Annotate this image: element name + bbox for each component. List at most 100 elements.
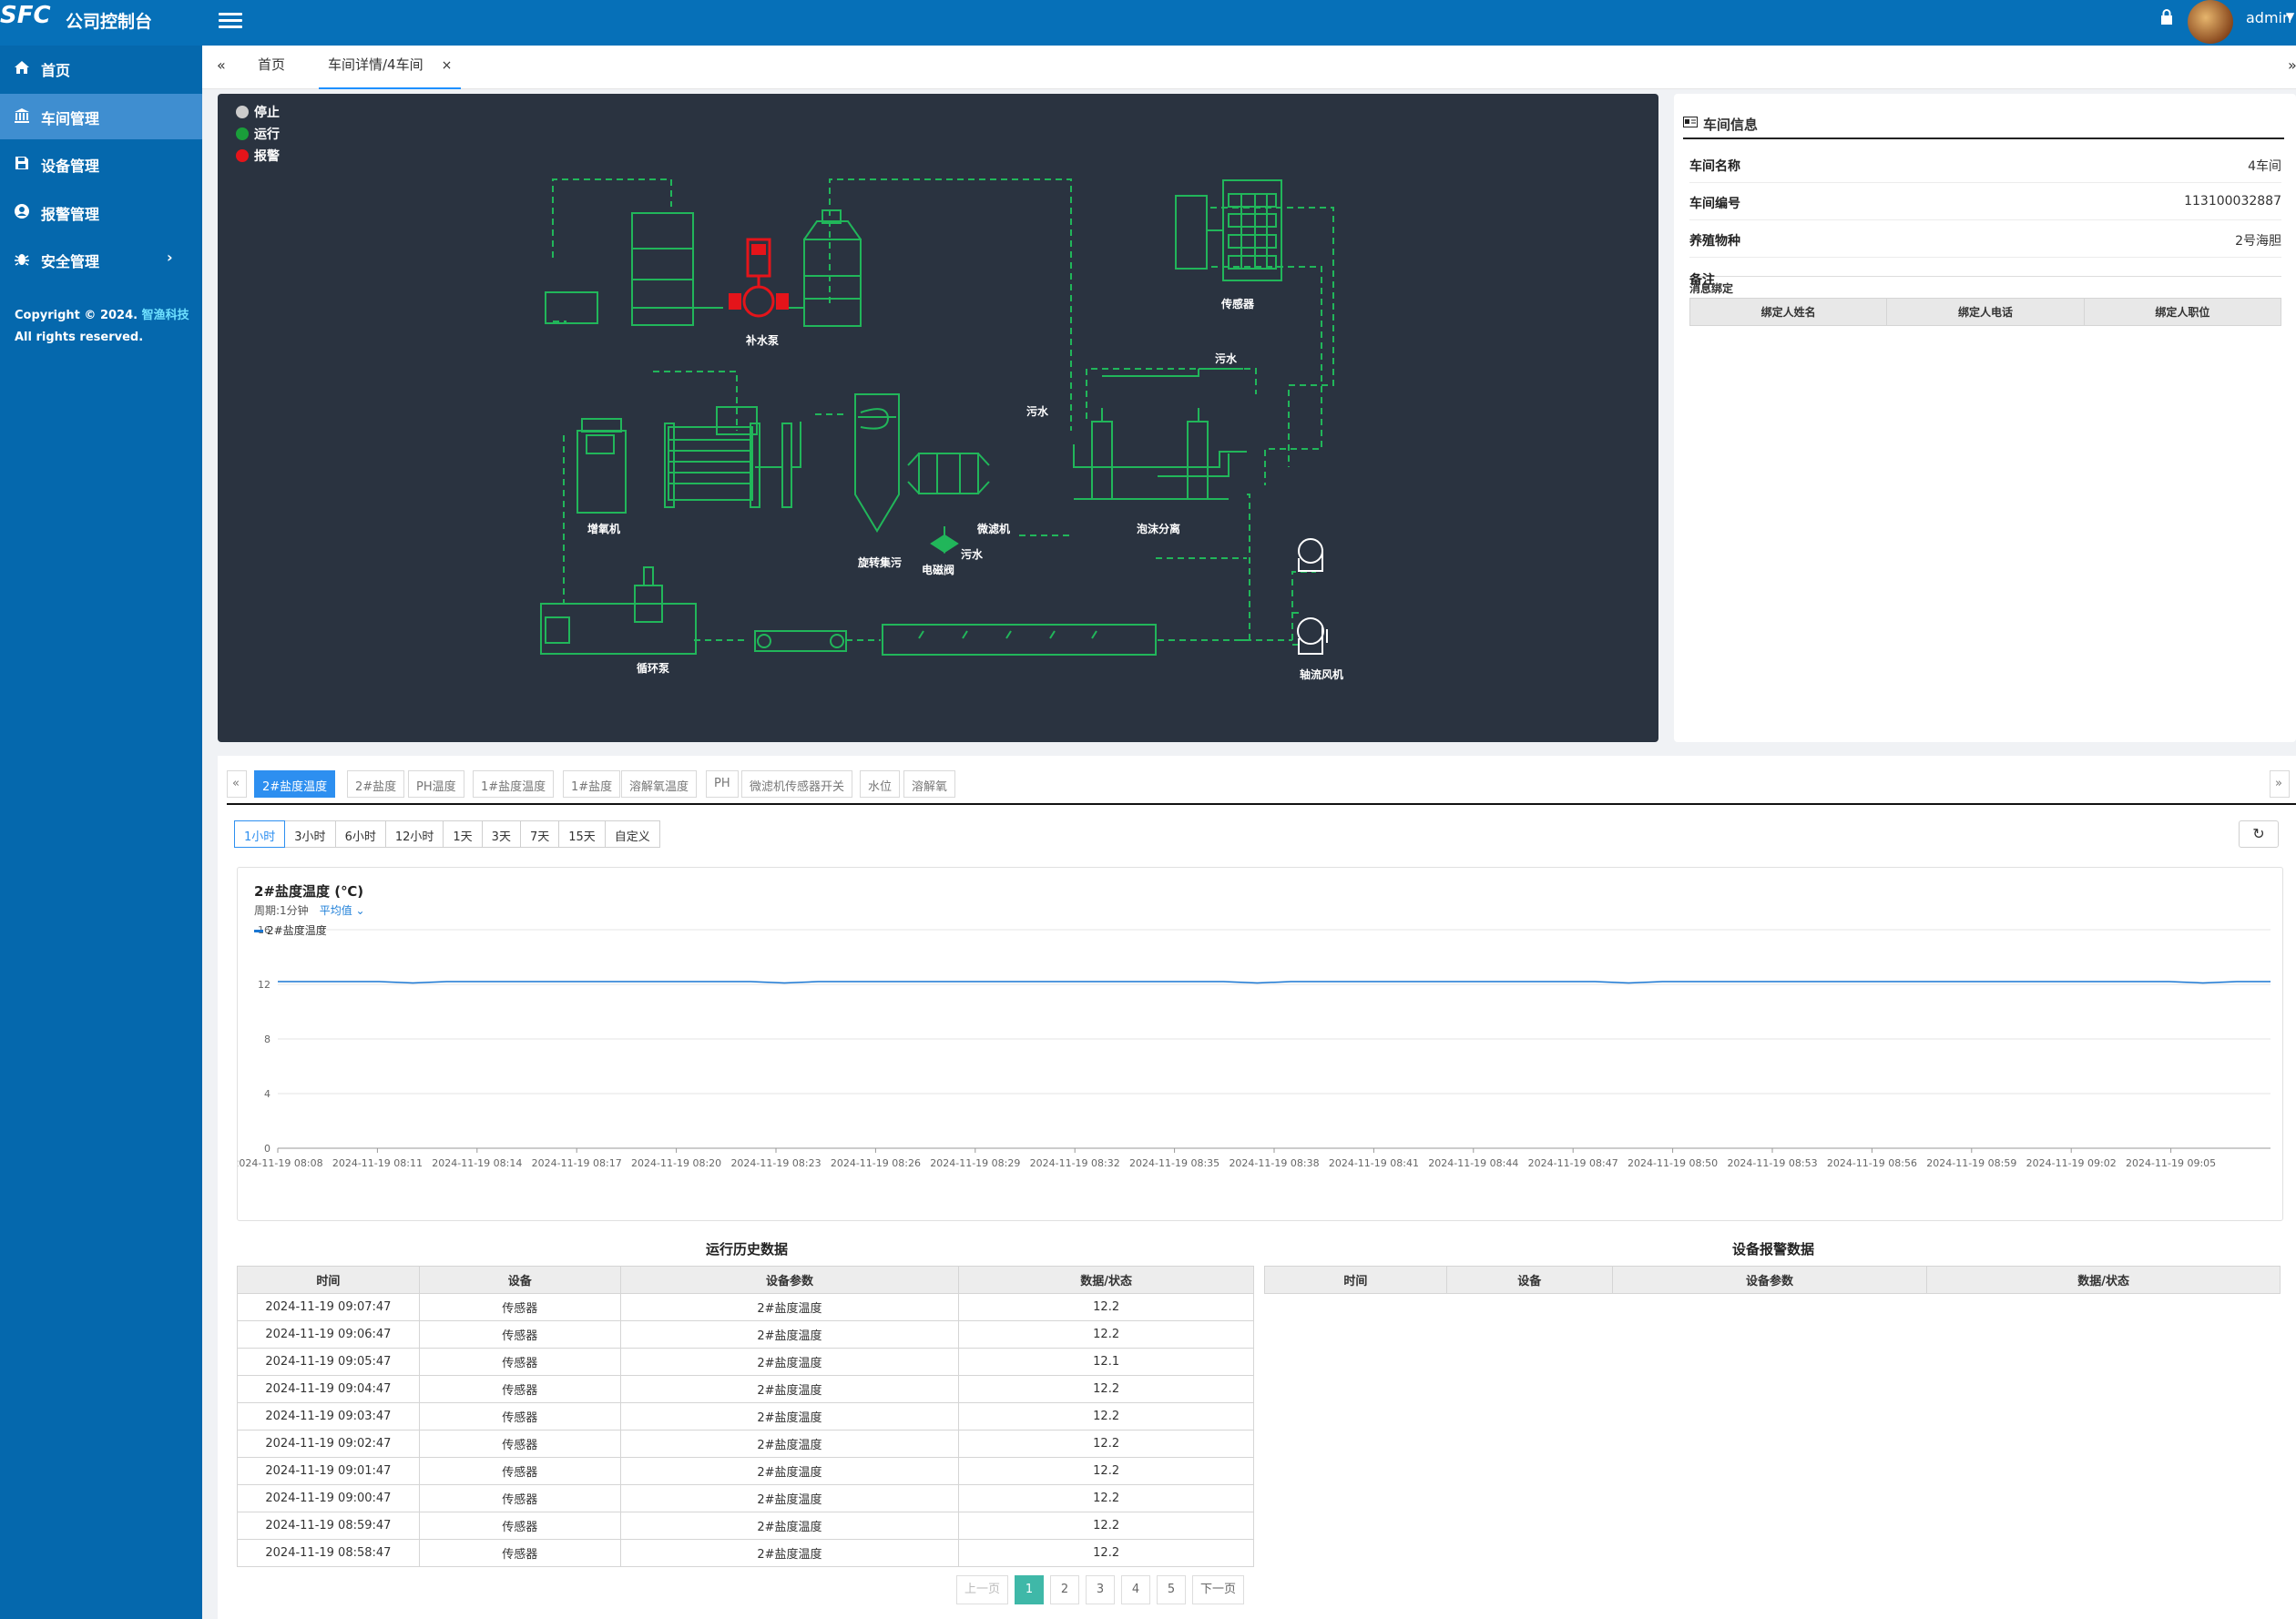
table-cell: 2024-11-19 09:06:47 — [237, 1320, 420, 1349]
table-cell: 传感器 — [418, 1293, 621, 1321]
x-tick-label: 2024-11-19 09:02 — [2026, 1157, 2117, 1169]
table-cell: 12.2 — [958, 1375, 1254, 1403]
table-cell: 12.1 — [958, 1348, 1254, 1376]
param-tab[interactable]: 1#盐度 — [563, 770, 621, 798]
sidebar-item-home[interactable]: 首页 — [0, 46, 202, 91]
table-cell: 2#盐度温度 — [619, 1348, 960, 1376]
table-row: 2024-11-19 09:05:47 传感器 2#盐度温度 12.1 — [237, 1348, 1254, 1376]
lock-icon[interactable] — [2160, 8, 2173, 26]
prev-page-button[interactable]: 上一页 — [956, 1575, 1009, 1604]
line-chart-card: 0 4 8 12 16 2024-11-19 08:08 2024-11-19 08:11 2… — [237, 867, 2283, 1221]
range-button[interactable]: 6小时 — [334, 820, 386, 848]
tab-workshop-detail[interactable]: 车间详情/4车间 × — [319, 55, 462, 89]
table-cell: 12.2 — [958, 1512, 1254, 1540]
axial-fan-icon-upper[interactable] — [1298, 538, 1323, 572]
sidebar-item-label: 首页 — [41, 62, 71, 79]
sidebar-item-label: 报警管理 — [41, 206, 100, 223]
table-cell: 传感器 — [418, 1457, 621, 1485]
param-tab[interactable]: PH温度 — [408, 770, 464, 798]
param-tab[interactable]: 2#盐度 — [347, 770, 405, 798]
page-button[interactable]: 2 — [1050, 1575, 1080, 1604]
info-row-code: 车间编号 113100032887 — [1689, 184, 2281, 220]
x-tick-label: 2024-11-19 08:41 — [1329, 1157, 1419, 1169]
micro-filter-label: 微滤机 — [976, 522, 1010, 535]
info-key: 车间编号 — [1689, 197, 1740, 211]
foam-separator-label: 泡沫分离 — [1137, 522, 1180, 535]
copyright-brand-link[interactable]: 智渔科技 — [142, 309, 189, 322]
range-button[interactable]: 3小时 — [284, 820, 336, 848]
info-title: 车间信息 — [1703, 117, 1759, 133]
solenoid-valve-label: 电磁阀 — [922, 563, 954, 576]
table-row: 2024-11-19 09:07:47 传感器 2#盐度温度 12.2 — [237, 1293, 1254, 1321]
range-button[interactable]: 1小时 — [234, 820, 286, 848]
solenoid-valve-icon[interactable] — [930, 526, 959, 554]
chart-title: 2#盐度温度 (℃) — [254, 883, 364, 900]
x-tick-label: 2024-11-19 08:26 — [831, 1157, 921, 1169]
sidebar-item-workshop[interactable]: 车间管理 — [0, 94, 202, 139]
range-button[interactable]: 自定义 — [604, 820, 660, 848]
range-button[interactable]: 1天 — [443, 820, 483, 848]
param-tab-scroll-left[interactable]: « — [227, 770, 247, 798]
param-tab[interactable]: 2#盐度温度 — [254, 770, 336, 798]
table-cell: 2024-11-19 08:58:47 — [237, 1539, 420, 1567]
tab-bar: « 首页 车间详情/4车间 × » — [202, 46, 2296, 89]
table-cell: 12.2 — [958, 1320, 1254, 1349]
table-cell: 传感器 — [418, 1512, 621, 1540]
chevron-down-icon[interactable]: ▼ — [2286, 10, 2294, 23]
avatar[interactable] — [2188, 0, 2233, 44]
sidebar-item-device[interactable]: 设备管理 — [0, 141, 202, 187]
rotary-collector-label: 旋转集污 — [857, 555, 902, 569]
page-button[interactable]: 3 — [1086, 1575, 1116, 1604]
close-icon[interactable]: × — [442, 58, 453, 73]
aggregation-dropdown[interactable]: 平均值 ⌄ — [320, 904, 365, 917]
refresh-button[interactable]: ↻ — [2239, 820, 2279, 848]
makeup-pump-icon[interactable] — [729, 238, 789, 318]
table-cell: 12.2 — [958, 1402, 1254, 1431]
workshop-info-panel: 车间信息 车间名称 4车间 车间编号 113100032887 养殖物种 2号海胆 备… — [1674, 94, 2296, 742]
monitoring-panel: « 2#盐度温度 2#盐度 PH温度 1#盐度温度 1#盐度 溶解氧温度 PH … — [218, 756, 2296, 1619]
param-tab-scroll-right[interactable]: » — [2270, 770, 2290, 798]
table-cell: 2#盐度温度 — [619, 1484, 960, 1512]
param-tab[interactable]: 水位 — [860, 770, 901, 798]
user-name[interactable]: admin — [2246, 9, 2291, 26]
x-tick-label: 2024-11-19 08:56 — [1827, 1157, 1917, 1169]
sidebar-item-label: 车间管理 — [41, 110, 100, 127]
info-row-remark: 备注 — [1689, 240, 2281, 288]
binding-col-role: 绑定人职位 — [2083, 298, 2282, 326]
next-page-button[interactable]: 下一页 — [1192, 1575, 1245, 1604]
alarm-dot-icon — [236, 149, 249, 162]
param-tab[interactable]: 溶解氧 — [903, 770, 956, 798]
table-cell: 2024-11-19 09:03:47 — [237, 1402, 420, 1431]
param-tab[interactable]: 溶解氧温度 — [621, 770, 698, 798]
top-header: SFC 公司控制台 admin ▼ — [0, 0, 2296, 46]
history-col-time: 时间 — [237, 1266, 420, 1294]
info-key: 车间名称 — [1689, 159, 1740, 174]
param-tab[interactable]: PH — [706, 770, 739, 798]
param-tab[interactable]: 1#盐度温度 — [473, 770, 555, 798]
legend-run: 运行 — [254, 127, 280, 142]
range-button[interactable]: 7天 — [519, 820, 560, 848]
line-chart: 04812162024-11-19 08:08 2024-11-19 08:11 2… — [238, 924, 2270, 1169]
range-button[interactable]: 15天 — [558, 820, 606, 848]
sidebar-item-security[interactable]: 安全管理 › — [0, 237, 202, 282]
axial-fan-icon-lower[interactable] — [1297, 617, 1328, 655]
page-button[interactable]: 5 — [1157, 1575, 1187, 1604]
menu-toggle-icon[interactable] — [219, 9, 242, 33]
tab-label: 车间详情/4车间 — [328, 56, 423, 73]
range-button[interactable]: 3天 — [481, 820, 521, 848]
tab-home[interactable]: 首页 — [258, 55, 285, 89]
page-button[interactable]: 1 — [1015, 1575, 1045, 1604]
chart-legend[interactable]: 2#盐度温度 — [254, 922, 327, 938]
bug-icon — [15, 254, 29, 266]
tab-scroll-left[interactable]: « — [217, 56, 226, 74]
sidebar-item-alarm[interactable]: 报警管理 — [0, 189, 202, 235]
alarm-col-time: 时间 — [1264, 1266, 1447, 1294]
table-cell: 传感器 — [418, 1375, 621, 1403]
x-tick-label: 2024-11-19 08:53 — [1727, 1157, 1817, 1169]
x-tick-label: 2024-11-19 09:05 — [2126, 1157, 2216, 1169]
page-button[interactable]: 4 — [1121, 1575, 1151, 1604]
tab-scroll-right[interactable]: » — [2288, 56, 2296, 74]
param-tab[interactable]: 微滤机传感器开关 — [741, 770, 853, 798]
table-cell: 2#盐度温度 — [619, 1457, 960, 1485]
range-button[interactable]: 12小时 — [384, 820, 444, 848]
